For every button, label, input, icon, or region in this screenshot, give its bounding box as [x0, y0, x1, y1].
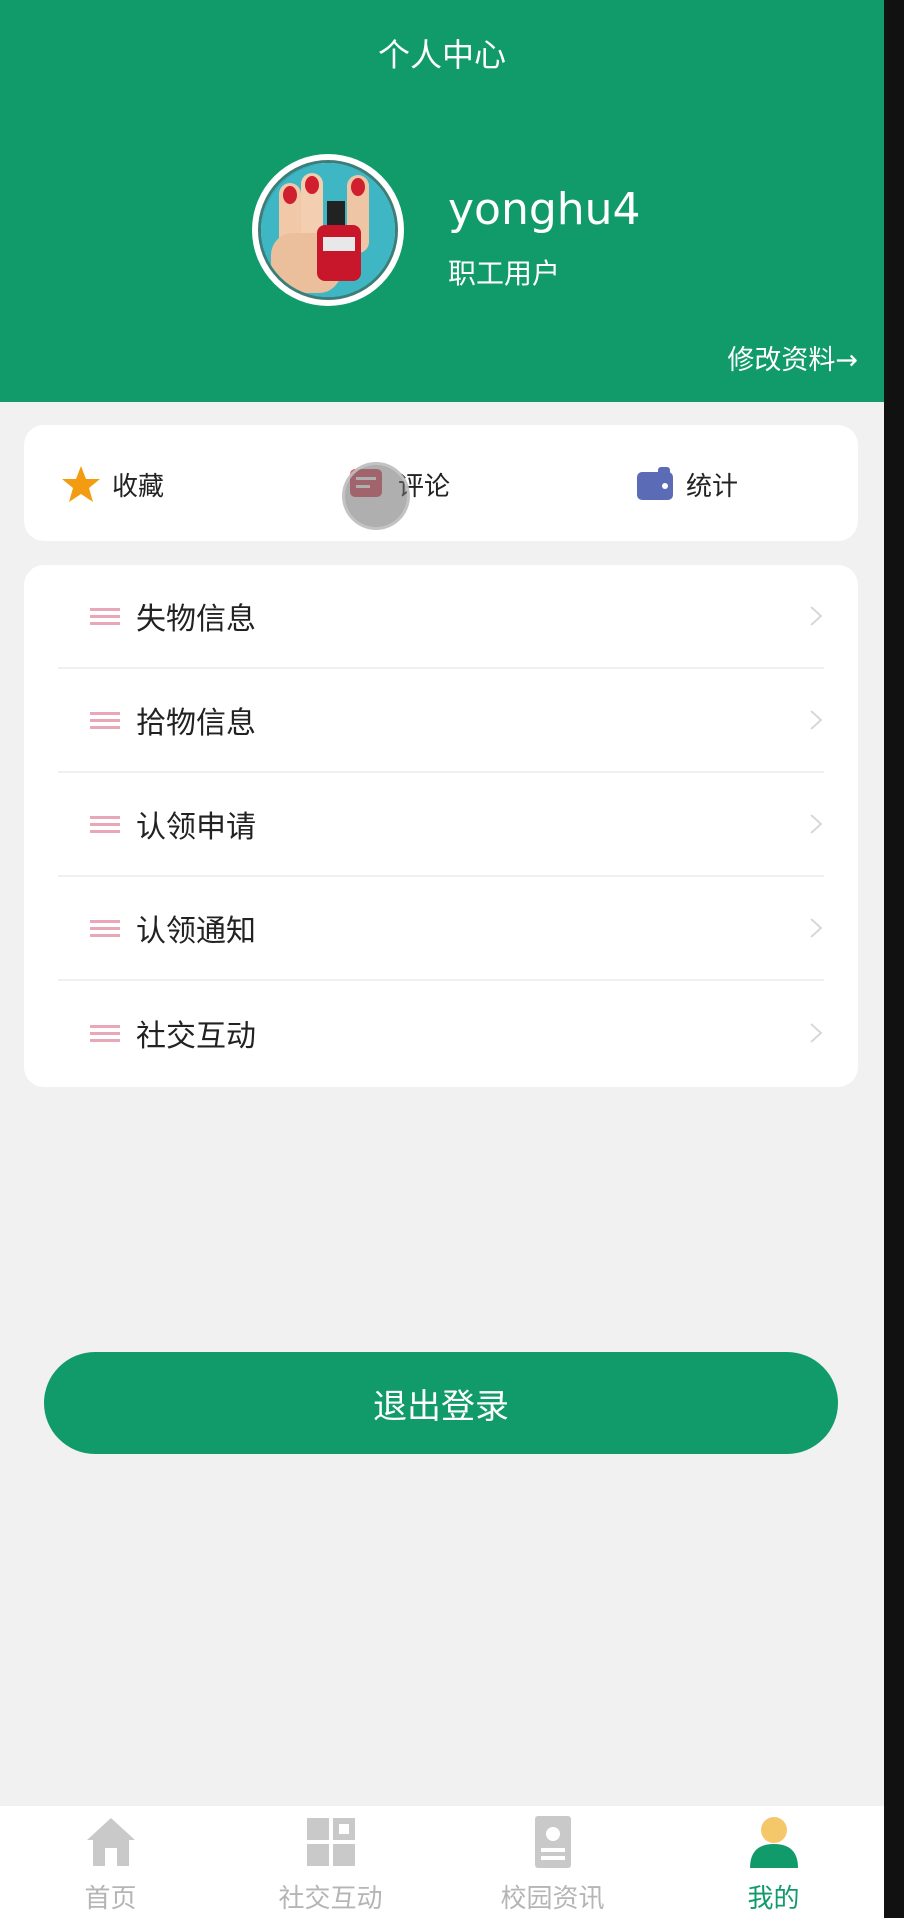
menu-item-claim-notices[interactable]: 认领通知 [58, 877, 824, 981]
screen-edge [884, 0, 904, 1918]
avatar[interactable] [252, 154, 404, 306]
user-role: 职工用户 [448, 257, 561, 290]
tab-label: 社交互动 [278, 1884, 383, 1914]
menu-item-social[interactable]: 社交互动 [58, 981, 824, 1085]
screen: 个人中心 yonghu4 职工用户 修改资料→ 收藏 评论 统计 失物信息 拾物… [0, 0, 904, 1918]
edit-profile-link[interactable]: 修改资料→ [727, 338, 858, 377]
menu-item-label: 拾物信息 [136, 706, 256, 741]
tab-label: 校园资讯 [500, 1884, 605, 1914]
news-icon [534, 1816, 571, 1868]
menu-item-found-items[interactable]: 拾物信息 [58, 669, 824, 773]
menu-lines-icon [90, 920, 120, 937]
menu-list-card: 失物信息 拾物信息 认领申请 认领通知 社交互动 [24, 565, 858, 1087]
menu-item-label: 认领申请 [136, 810, 256, 845]
grid-icon [306, 1818, 355, 1866]
statistics-label: 统计 [686, 471, 739, 502]
tab-label: 首页 [84, 1884, 137, 1914]
tab-label: 我的 [747, 1884, 800, 1914]
chevron-right-icon [810, 710, 823, 730]
favorites-button[interactable]: 收藏 [60, 459, 164, 509]
bottom-tab-bar: 首页 社交互动 校园资讯 我的 [0, 1806, 884, 1918]
tab-social[interactable]: 社交互动 [220, 1814, 441, 1918]
chevron-right-icon [810, 1023, 823, 1043]
chevron-right-icon [810, 814, 823, 834]
menu-item-claim-requests[interactable]: 认领申请 [58, 773, 824, 877]
menu-item-label: 失物信息 [136, 602, 256, 637]
app-view: 个人中心 yonghu4 职工用户 修改资料→ 收藏 评论 统计 失物信息 拾物… [0, 0, 884, 1918]
avatar-image [258, 160, 398, 300]
menu-lines-icon [90, 1025, 120, 1042]
user-icon [749, 1817, 798, 1868]
chevron-right-icon [810, 918, 823, 938]
menu-item-label: 社交互动 [136, 1019, 256, 1054]
menu-lines-icon [90, 816, 120, 833]
touch-indicator [342, 462, 410, 530]
menu-lines-icon [90, 712, 120, 729]
statistics-button[interactable]: 统计 [634, 459, 738, 509]
menu-item-label: 认领通知 [136, 914, 256, 949]
menu-item-lost-items[interactable]: 失物信息 [58, 565, 824, 669]
username: yonghu4 [448, 184, 641, 235]
logout-button[interactable]: 退出登录 [44, 1352, 838, 1454]
favorites-label: 收藏 [112, 471, 165, 502]
profile-header: 个人中心 yonghu4 职工用户 修改资料→ [0, 0, 884, 402]
wallet-icon [637, 467, 673, 500]
tab-home[interactable]: 首页 [0, 1814, 221, 1918]
page-title: 个人中心 [377, 36, 506, 74]
home-icon [86, 1818, 135, 1866]
tab-mine[interactable]: 我的 [663, 1814, 884, 1918]
quick-actions-card: 收藏 评论 统计 [24, 425, 858, 541]
chevron-right-icon [810, 606, 823, 626]
menu-lines-icon [90, 608, 120, 625]
star-icon [62, 466, 100, 502]
tab-news[interactable]: 校园资讯 [442, 1814, 663, 1918]
